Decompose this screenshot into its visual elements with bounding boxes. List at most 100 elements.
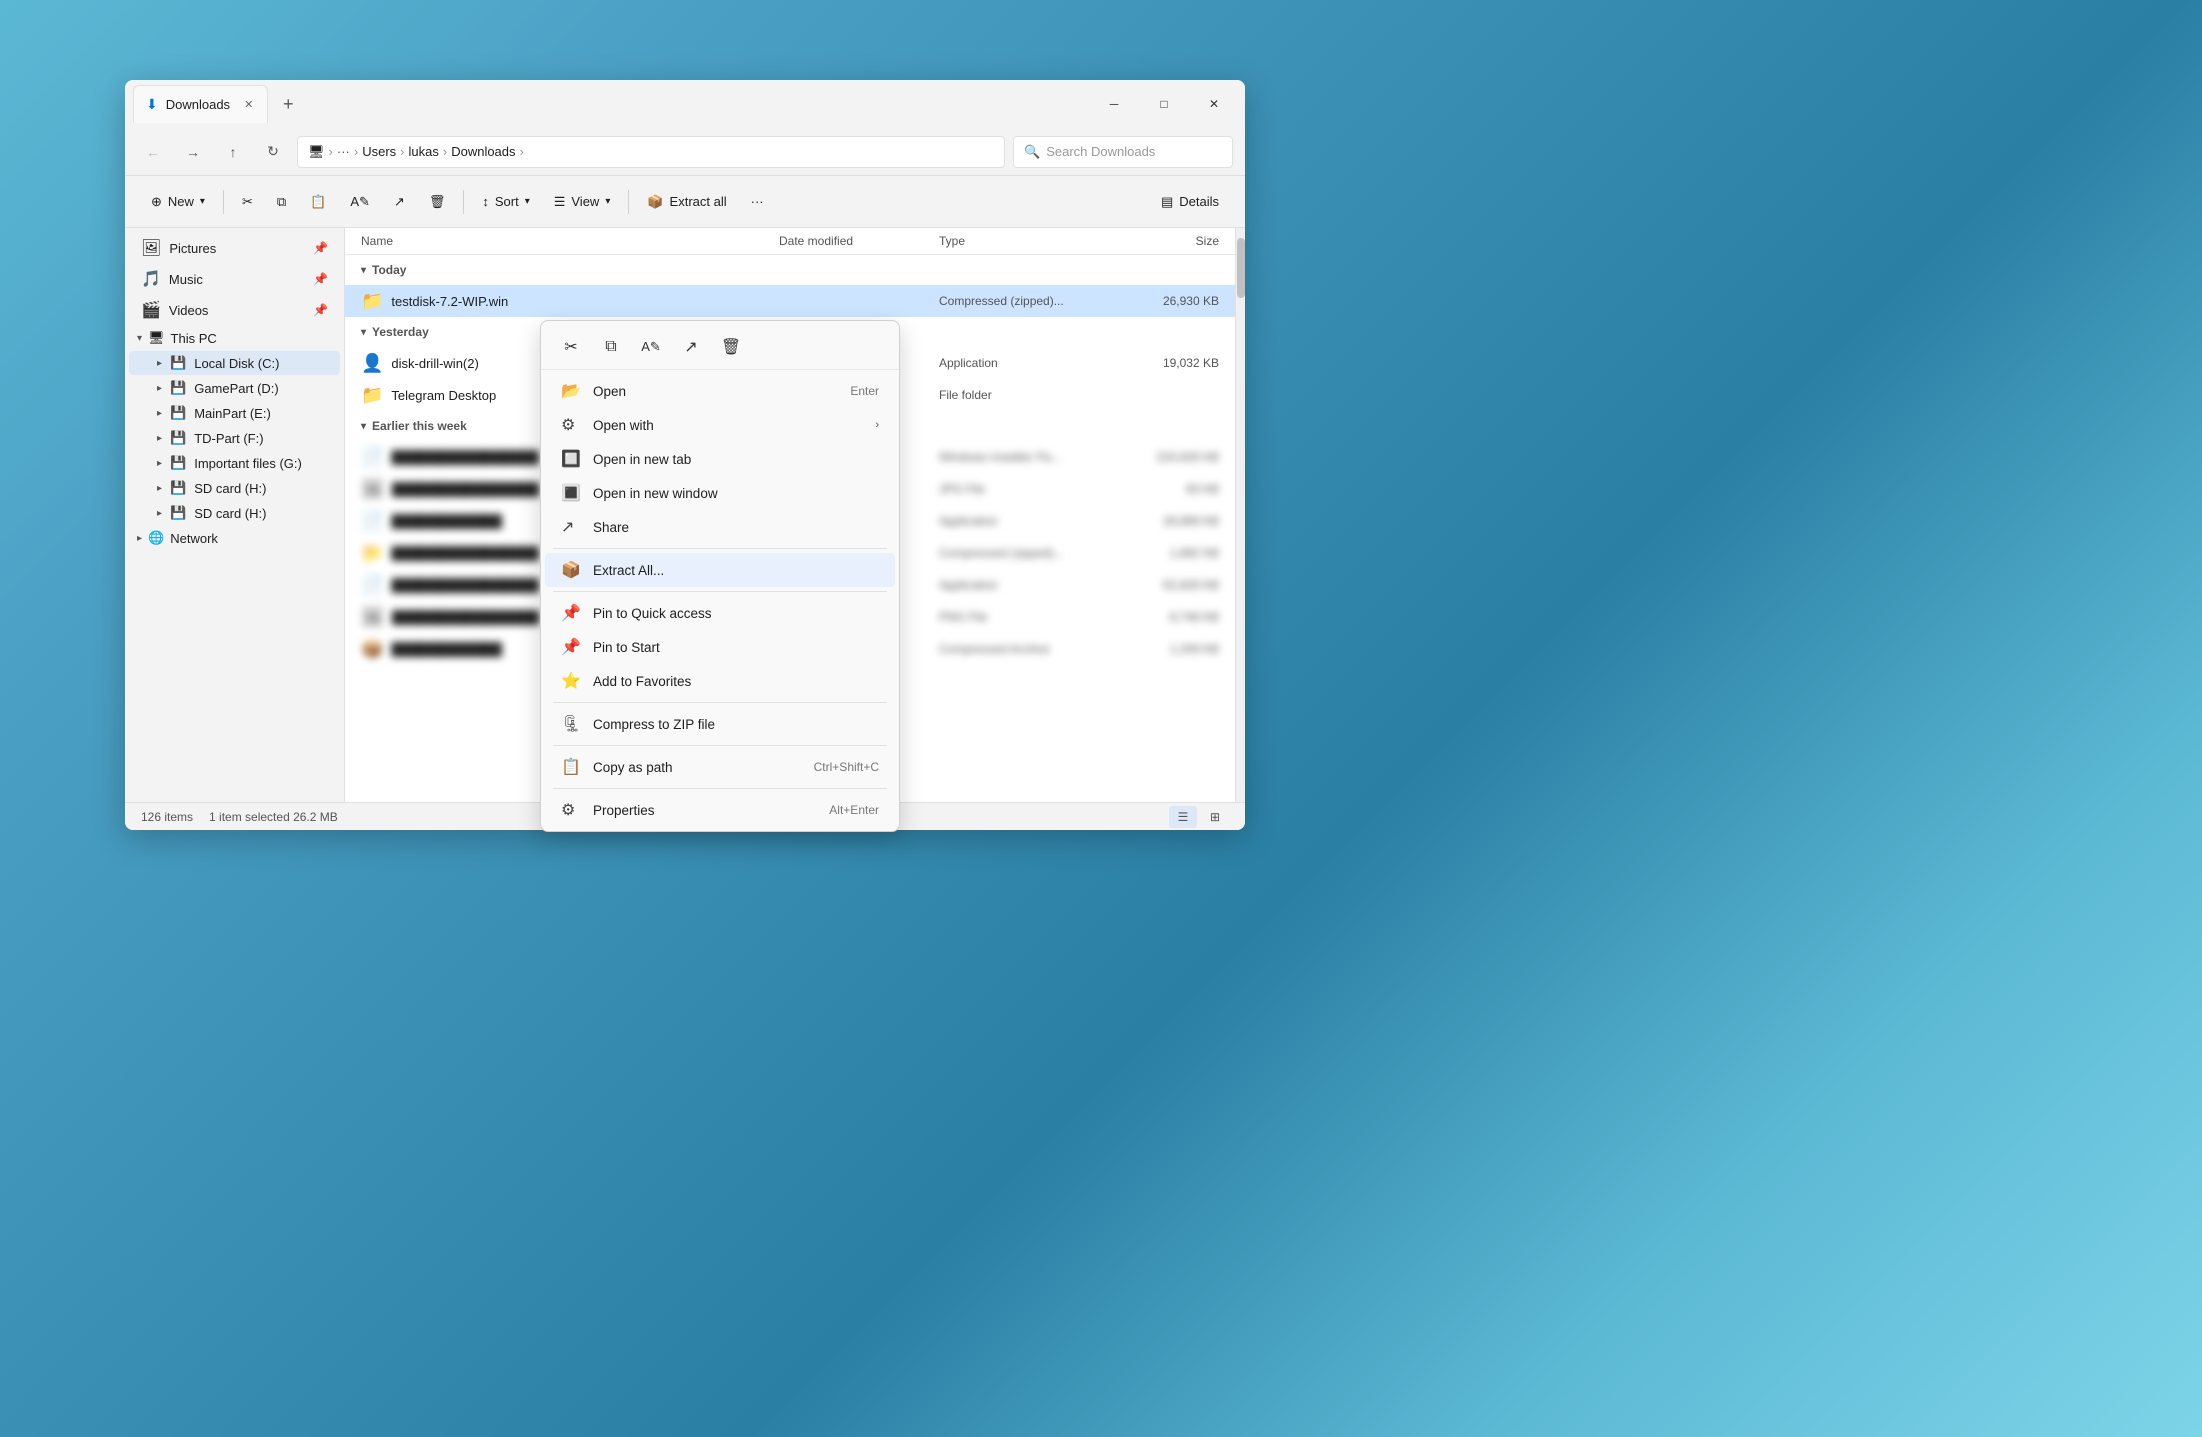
refresh-button[interactable]: ↻ xyxy=(257,136,289,168)
delete-button[interactable]: 🗑 xyxy=(419,184,456,220)
col-size-header: Size xyxy=(1099,234,1219,248)
file-icon-testdisk: 📁 xyxy=(361,291,383,312)
ctx-copy-path[interactable]: 📋 Copy as path Ctrl+Shift+C xyxy=(545,750,895,784)
address-bar[interactable]: 🖥 › ··· › Users › lukas › Downloads › xyxy=(297,136,1005,168)
paste-button[interactable]: 📋 xyxy=(300,184,336,220)
breadcrumb-lukas[interactable]: lukas xyxy=(409,144,439,159)
ctx-cut-button[interactable]: ✂ xyxy=(553,331,589,363)
view-button[interactable]: ☰ View ▾ xyxy=(544,184,621,220)
minimize-button[interactable]: ─ xyxy=(1091,88,1137,120)
breadcrumb-sep: › xyxy=(443,144,447,159)
tab-close-button[interactable]: ✕ xyxy=(242,96,255,113)
new-button[interactable]: ⊕ New ▾ xyxy=(141,184,215,220)
ctx-addfav-icon: ⭐ xyxy=(561,671,581,691)
breadcrumb-ellipsis: ··· xyxy=(337,144,350,159)
ctx-open[interactable]: 📂 Open Enter xyxy=(545,374,895,408)
sidebar-gamepart-d[interactable]: ▸ 💾 GamePart (D:) xyxy=(129,376,340,400)
copy-icon: ⧉ xyxy=(277,194,286,210)
sidebar-mainpart-e[interactable]: ▸ 💾 MainPart (E:) xyxy=(129,401,340,425)
ctx-extract-all[interactable]: 📦 Extract All... xyxy=(545,553,895,587)
cut-button[interactable]: ✂ xyxy=(232,184,263,220)
ctx-properties[interactable]: ⚙ Properties Alt+Enter xyxy=(545,793,895,827)
ctx-pin-quick-access[interactable]: 📌 Pin to Quick access xyxy=(545,596,895,630)
forward-button[interactable]: → xyxy=(177,136,209,168)
ctx-copypath-shortcut: Ctrl+Shift+C xyxy=(814,760,879,774)
ctx-share-label: Share xyxy=(593,520,879,535)
ctx-open-with[interactable]: ⚙ Open with › xyxy=(545,408,895,442)
title-bar: ⬇ Downloads ✕ + ─ □ ✕ xyxy=(125,80,1245,128)
ctx-rename-button[interactable]: A✎ xyxy=(633,331,669,363)
extract-icon: 📦 xyxy=(647,194,663,210)
ctx-share[interactable]: ↗ Share xyxy=(545,510,895,544)
expand-arrow-c: ▸ xyxy=(157,358,162,369)
breadcrumb-users[interactable]: Users xyxy=(362,144,396,159)
more-button[interactable]: ··· xyxy=(741,184,774,220)
sidebar-item-videos[interactable]: 🎬 Videos 📌 xyxy=(129,295,340,325)
ctx-compress-zip[interactable]: 🗜 Compress to ZIP file xyxy=(545,707,895,741)
sort-button[interactable]: ↕ Sort ▾ xyxy=(472,184,539,220)
ctx-props-shortcut: Alt+Enter xyxy=(829,803,879,817)
ctx-separator-1 xyxy=(553,548,887,549)
ctx-open-new-window[interactable]: 🔳 Open in new window xyxy=(545,476,895,510)
ctx-delete-button[interactable]: 🗑 xyxy=(713,331,749,363)
group-expand-today[interactable]: ▾ xyxy=(361,265,366,276)
search-box[interactable]: 🔍 Search Downloads xyxy=(1013,136,1233,168)
list-view-button[interactable]: ☰ xyxy=(1169,806,1197,828)
up-button[interactable]: ↑ xyxy=(217,136,249,168)
delete-icon: 🗑 xyxy=(429,194,446,210)
extract-all-button[interactable]: 📦 Extract all xyxy=(637,184,736,220)
sidebar-sdcard-h2[interactable]: ▸ 💾 SD card (H:) xyxy=(129,501,340,525)
details-button[interactable]: ▤ Details xyxy=(1151,184,1229,220)
expand-arrow-h1: ▸ xyxy=(157,483,162,494)
close-button[interactable]: ✕ xyxy=(1191,88,1237,120)
sidebar-item-pictures[interactable]: 🖼 Pictures 📌 xyxy=(129,233,340,263)
ctx-copy-button[interactable]: ⧉ xyxy=(593,331,629,363)
ctx-add-favorites[interactable]: ⭐ Add to Favorites xyxy=(545,664,895,698)
vertical-scrollbar[interactable] xyxy=(1235,228,1245,802)
this-pc-header[interactable]: ▾ 🖥 This PC xyxy=(125,326,344,350)
sidebar-important-g[interactable]: ▸ 💾 Important files (G:) xyxy=(129,451,340,475)
breadcrumb-downloads[interactable]: Downloads xyxy=(451,144,515,159)
file-size-b3: 1,892 KB xyxy=(1099,546,1219,560)
downloads-tab[interactable]: ⬇ Downloads ✕ xyxy=(133,85,268,123)
sidebar-local-disk-c[interactable]: ▸ 💾 Local Disk (C:) xyxy=(129,351,340,375)
group-expand-yesterday[interactable]: ▾ xyxy=(361,327,366,338)
sidebar-sdcard-h1[interactable]: ▸ 💾 SD card (H:) xyxy=(129,476,340,500)
file-type-b6: Compressed Archive xyxy=(939,642,1099,656)
sidebar-tdpart-f[interactable]: ▸ 💾 TD-Part (F:) xyxy=(129,426,340,450)
tab-icon: ⬇ xyxy=(146,96,158,113)
share-button[interactable]: ↗ xyxy=(384,184,415,220)
file-type-b1: JPG File xyxy=(939,482,1099,496)
breadcrumb-pc-icon: 🖥 xyxy=(308,144,325,160)
network-header[interactable]: ▸ 🌐 Network xyxy=(125,526,344,550)
file-icon-diskdrill: 👤 xyxy=(361,353,383,374)
maximize-button[interactable]: □ xyxy=(1141,88,1187,120)
scrollbar-thumb[interactable] xyxy=(1237,238,1245,298)
ctx-open-shortcut: Enter xyxy=(850,384,879,398)
ctx-pinquick-label: Pin to Quick access xyxy=(593,606,879,621)
ctx-open-new-tab[interactable]: 🔲 Open in new tab xyxy=(545,442,895,476)
ctx-opennewtab-icon: 🔲 xyxy=(561,449,581,469)
file-size-testdisk: 26,930 KB xyxy=(1099,294,1219,308)
copy-button[interactable]: ⧉ xyxy=(267,184,296,220)
ctx-extractall-label: Extract All... xyxy=(593,563,879,578)
rename-button[interactable]: A✎ xyxy=(340,184,380,220)
new-tab-button[interactable]: + xyxy=(272,88,304,120)
ctx-pin-start[interactable]: 📌 Pin to Start xyxy=(545,630,895,664)
file-size-b1: 83 KB xyxy=(1099,482,1219,496)
view-dropdown-icon: ▾ xyxy=(605,196,610,207)
sort-icon: ↕ xyxy=(482,194,489,209)
file-row-testdisk[interactable]: 📁 testdisk-7.2-WIP.win Compressed (zippe… xyxy=(345,285,1235,317)
group-expand-earlier[interactable]: ▾ xyxy=(361,421,366,432)
file-type-b4: Application xyxy=(939,578,1099,592)
toolbar-separator-3 xyxy=(628,190,629,214)
grid-view-button[interactable]: ⊞ xyxy=(1201,806,1229,828)
ctx-share-button[interactable]: ↗ xyxy=(673,331,709,363)
col-name-header: Name xyxy=(361,234,779,248)
expand-arrow-f: ▸ xyxy=(157,433,162,444)
navigation-bar: ← → ↑ ↻ 🖥 › ··· › Users › lukas › Downlo… xyxy=(125,128,1245,176)
file-size-diskdrill: 19,032 KB xyxy=(1099,356,1219,370)
sidebar-item-music[interactable]: 🎵 Music 📌 xyxy=(129,264,340,294)
back-button[interactable]: ← xyxy=(137,136,169,168)
more-icon: ··· xyxy=(751,194,764,209)
